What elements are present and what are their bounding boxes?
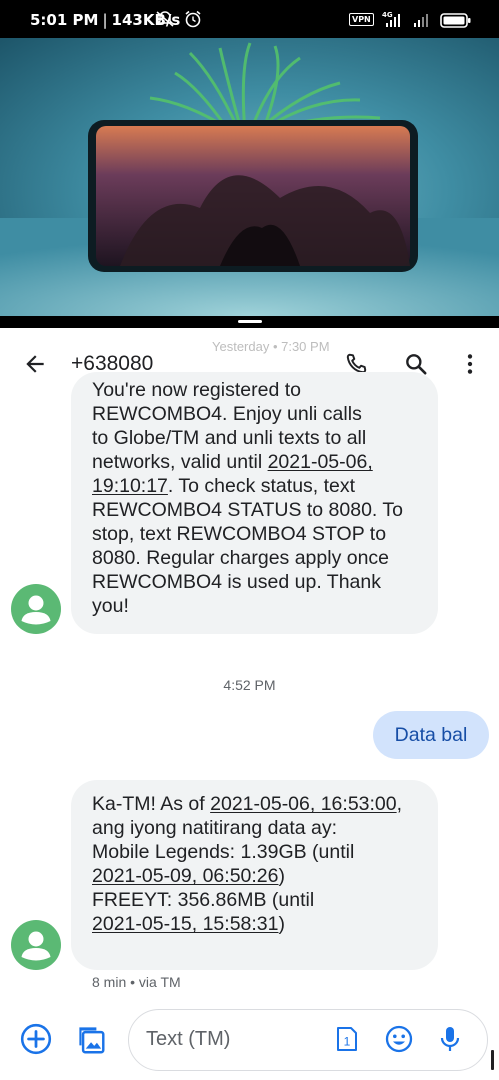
alarm-icon (185, 10, 201, 28)
message-text-segment: Mobile Legends: 1.39GB (until (92, 841, 355, 863)
back-button[interactable] (15, 344, 55, 384)
silent-icon (156, 11, 174, 27)
message-text-segment: FREEYT: 356.86MB (until (92, 889, 315, 911)
message-line: 19:10:17. To check status, text (92, 474, 416, 498)
message-line: Mobile Legends: 1.39GB (until (92, 840, 416, 864)
message-text-segment: ang iyong natitirang data ay: (92, 817, 338, 839)
message-text-segment: , (396, 793, 403, 815)
message-text: Data bal (394, 723, 468, 746)
message-text-segment: Ka-TM! As of (92, 793, 211, 815)
scroll-indicator (491, 1050, 494, 1070)
message-line: you! (92, 594, 416, 618)
emoji-button[interactable] (379, 1019, 419, 1059)
signal-icon (386, 14, 400, 27)
avatar[interactable] (11, 584, 61, 634)
emoji-icon (385, 1025, 413, 1053)
message-text-segment: . To check status, text (167, 475, 356, 497)
status-time: 5:01 PM (30, 11, 99, 29)
vpn-badge: VPN (349, 13, 374, 26)
message-text-segment: ) (278, 865, 286, 887)
message-input-placeholder: Text (TM) (146, 1028, 231, 1050)
message-text-segment: stop, text REWCOMBO4 STOP to (92, 523, 387, 545)
add-circle-icon (20, 1023, 52, 1055)
gallery-icon (79, 1027, 105, 1054)
date-link[interactable]: 2021-05-06, 16:53:00 (210, 793, 397, 815)
scrolled-timestamp: Yesterday • 7:30 PM (212, 339, 330, 354)
back-arrow-icon (26, 355, 44, 373)
message-line: Ka-TM! As of 2021-05-06, 16:53:00, (92, 792, 416, 816)
time-divider: 4:52 PM (223, 677, 276, 693)
message-text-segment: 8080. Regular charges apply once (92, 547, 390, 569)
incoming-message-bubble[interactable]: Ka-TM! As of 2021-05-06, 16:53:00, ang iy… (71, 780, 438, 970)
sim-number: 1 (344, 1035, 351, 1049)
message-text-segment: ) (278, 913, 286, 935)
message-text: You're now registered to REWCOMBO4. Enjoy… (92, 378, 416, 618)
person-icon (21, 931, 51, 961)
message-text-segment: You're now registered to (92, 379, 301, 401)
status-bar: 5:01 PM | 143KB/s VPN 4G (0, 0, 499, 38)
date-link[interactable]: 2021-05-06, (268, 451, 373, 473)
split-handle[interactable] (238, 320, 262, 323)
video-preview[interactable] (0, 38, 499, 316)
outgoing-message-bubble[interactable]: Data bal (373, 711, 489, 759)
sim-selector-button[interactable]: 1 (327, 1019, 367, 1059)
attach-button[interactable] (16, 1019, 56, 1059)
signal-icon (414, 14, 428, 27)
message-line: FREEYT: 356.86MB (until (92, 888, 416, 912)
message-line: to Globe/TM and unli texts to all (92, 426, 416, 450)
sim-card-icon: 1 (337, 1027, 357, 1051)
message-text-segment: REWCOMBO4 STATUS to 8080. To (92, 499, 404, 521)
mic-icon (440, 1027, 460, 1051)
gallery-button[interactable] (70, 1019, 110, 1059)
more-vert-icon (467, 354, 473, 374)
incoming-message-bubble[interactable]: You're now registered to REWCOMBO4. Enjoy… (71, 372, 438, 634)
date-link[interactable]: 2021-05-15, 15:58:31 (92, 913, 279, 935)
message-line: REWCOMBO4 is used up. Thank (92, 570, 416, 594)
message-line: 2021-05-09, 06:50:26) (92, 864, 416, 888)
message-text-segment: networks, valid until (92, 451, 268, 473)
date-link[interactable]: 19:10:17 (92, 475, 168, 497)
date-link[interactable]: 2021-05-09, 06:50:26 (92, 865, 279, 887)
message-text-segment: you! (92, 595, 129, 617)
more-options-button[interactable] (450, 344, 490, 384)
message-line: stop, text REWCOMBO4 STOP to (92, 522, 416, 546)
message-text-segment: REWCOMBO4 is used up. Thank (92, 571, 381, 593)
person-icon (21, 595, 51, 625)
message-text-segment: to Globe/TM and unli texts to all (92, 427, 367, 449)
message-line: 8080. Regular charges apply once (92, 546, 416, 570)
battery-icon (440, 13, 471, 28)
avatar[interactable] (11, 920, 61, 970)
message-line: REWCOMBO4 STATUS to 8080. To (92, 498, 416, 522)
video-frame-image (0, 42, 499, 316)
message-line: REWCOMBO4. Enjoy unli calls (92, 402, 416, 426)
message-line: 2021-05-15, 15:58:31) (92, 912, 416, 936)
message-line: You're now registered to (92, 378, 416, 402)
message-line: ang iyong natitirang data ay: (92, 816, 416, 840)
message-meta: 8 min • via TM (92, 974, 181, 990)
message-text: Ka-TM! As of 2021-05-06, 16:53:00, ang iy… (92, 792, 416, 936)
message-line: networks, valid until 2021-05-06, (92, 450, 416, 474)
voice-button[interactable] (430, 1019, 470, 1059)
message-text-segment: REWCOMBO4. Enjoy unli calls (92, 403, 362, 425)
